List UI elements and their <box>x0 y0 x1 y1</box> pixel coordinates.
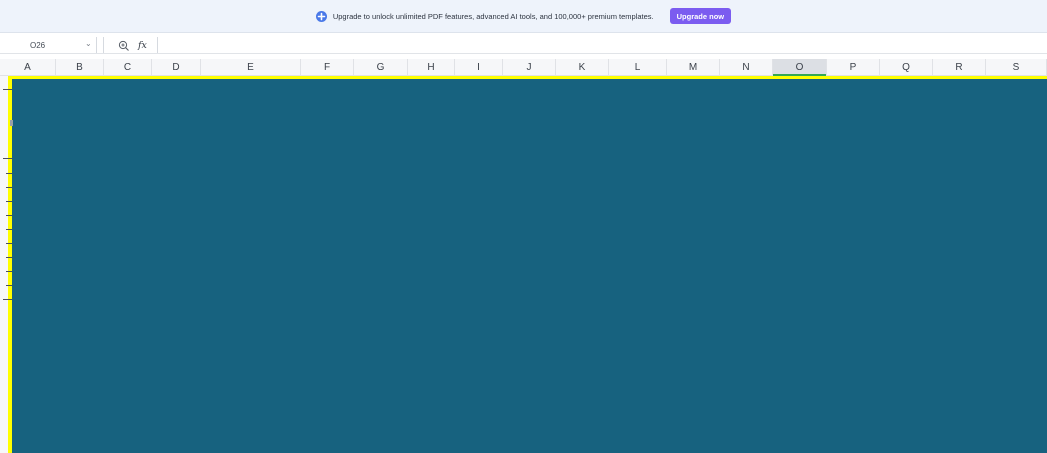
formula-input[interactable] <box>160 38 1044 54</box>
column-header-l[interactable]: L <box>609 59 667 75</box>
column-headers: ABCDEFGHIJKLMNOPQRS <box>0 59 1047 76</box>
column-header-k[interactable]: K <box>556 59 609 75</box>
column-header-j[interactable]: J <box>503 59 556 75</box>
column-header-p[interactable]: P <box>827 59 880 75</box>
row-divider <box>6 215 12 216</box>
column-header-e[interactable]: E <box>201 59 301 75</box>
filled-cell-range[interactable] <box>12 79 1047 453</box>
column-header-g[interactable]: G <box>354 59 408 75</box>
row-divider <box>6 229 12 230</box>
zoom-icon[interactable] <box>118 39 130 51</box>
row-divider <box>6 187 12 188</box>
column-header-d[interactable]: D <box>152 59 201 75</box>
row-gutter-marker <box>10 120 13 126</box>
column-header-m[interactable]: M <box>667 59 720 75</box>
row-divider <box>6 285 12 286</box>
function-fx-icon[interactable]: fx <box>138 40 147 51</box>
row-divider <box>6 173 12 174</box>
row-divider <box>6 201 12 202</box>
column-header-q[interactable]: Q <box>880 59 933 75</box>
column-header-b[interactable]: B <box>56 59 104 75</box>
formula-bar: O26 ⌄ fx <box>0 36 1047 54</box>
name-box-value: O26 <box>30 40 46 50</box>
sheet-grid[interactable] <box>0 76 1047 453</box>
upgrade-banner: Upgrade to unlock unlimited PDF features… <box>0 0 1047 33</box>
column-header-f[interactable]: F <box>301 59 354 75</box>
row-divider <box>3 299 12 300</box>
column-header-h[interactable]: H <box>408 59 455 75</box>
upgrade-now-button[interactable]: Upgrade now <box>669 8 732 24</box>
formula-tools: fx <box>103 37 158 53</box>
column-header-c[interactable]: C <box>104 59 152 75</box>
row-divider <box>3 89 12 90</box>
spreadsheet-window: Upgrade to unlock unlimited PDF features… <box>0 0 1047 453</box>
column-header-o[interactable]: O <box>773 59 827 76</box>
column-header-a[interactable]: A <box>0 59 56 75</box>
row-divider <box>3 158 12 159</box>
upgrade-shield-icon <box>315 10 327 22</box>
banner-message: Upgrade to unlock unlimited PDF features… <box>332 11 654 21</box>
column-header-n[interactable]: N <box>720 59 773 75</box>
row-divider <box>6 243 12 244</box>
column-header-s[interactable]: S <box>986 59 1047 75</box>
row-divider <box>6 257 12 258</box>
chevron-down-icon[interactable]: ⌄ <box>85 39 92 48</box>
column-header-r[interactable]: R <box>933 59 986 75</box>
name-box[interactable]: O26 ⌄ <box>0 37 97 53</box>
row-divider <box>6 271 12 272</box>
column-header-i[interactable]: I <box>455 59 503 75</box>
